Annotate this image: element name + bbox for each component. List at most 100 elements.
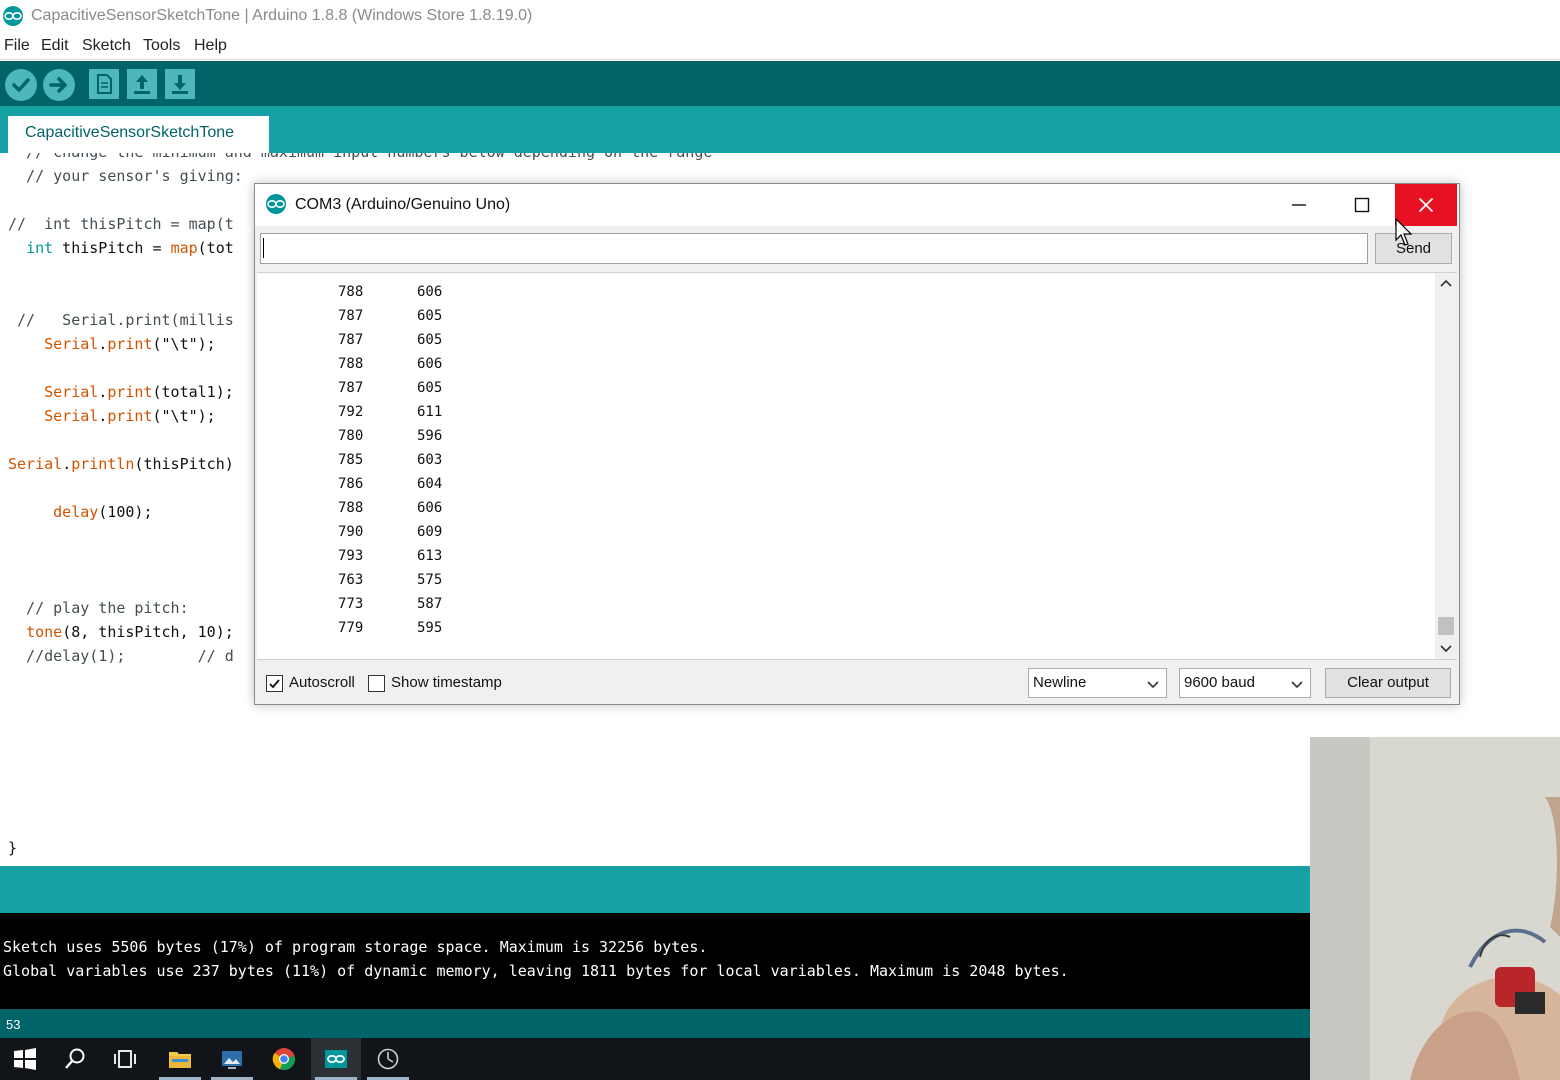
menu-tools[interactable]: Tools xyxy=(143,37,180,55)
serial-value-a: 792 xyxy=(338,404,364,420)
clear-output-button[interactable]: Clear output xyxy=(1325,668,1451,698)
menu-edit[interactable]: Edit xyxy=(41,37,69,55)
mouse-cursor-icon xyxy=(1395,218,1413,246)
menu-file[interactable]: File xyxy=(4,37,30,55)
serial-value-b: 575 xyxy=(417,572,443,588)
serial-monitor-window: COM3 (Arduino/Genuino Uno) Send 788 606 … xyxy=(254,183,1460,705)
code-line-5: int thisPitch = map(tot xyxy=(26,239,234,257)
serial-value-b: 609 xyxy=(417,524,443,540)
code-line-16: delay(100); xyxy=(53,503,153,521)
taskbar-search[interactable] xyxy=(50,1038,100,1080)
new-icon xyxy=(97,74,112,94)
serial-value-b: 595 xyxy=(417,620,443,636)
photos-app-icon xyxy=(222,1051,242,1069)
autoscroll-label: Autoscroll xyxy=(289,674,355,691)
serial-output[interactable]: 788 606 787 605 787 605 788 606 787 605 792 611 780 5… xyxy=(257,272,1457,660)
chevron-up-icon xyxy=(1440,279,1452,287)
code-line-21: tone(8, thisPitch, 10); xyxy=(26,623,234,641)
autoscroll-checkbox[interactable] xyxy=(266,675,283,692)
serial-value-a: 790 xyxy=(338,524,364,540)
code-line-9: Serial.print("\t"); xyxy=(44,335,216,353)
menu-help[interactable]: Help xyxy=(194,37,227,55)
new-sketch-button[interactable] xyxy=(89,69,119,99)
serial-value-b: 606 xyxy=(417,356,443,372)
serial-monitor-title: COM3 (Arduino/Genuino Uno) xyxy=(295,196,511,213)
taskbar-arduino[interactable] xyxy=(311,1038,361,1080)
code-line-12: Serial.print("\t"); xyxy=(44,407,216,425)
serial-value-a: 763 xyxy=(338,572,364,588)
serial-output-row: 785 603 xyxy=(257,449,657,473)
serial-input[interactable] xyxy=(260,233,1368,264)
checkmark-icon xyxy=(269,679,280,689)
serial-value-a: 787 xyxy=(338,380,364,396)
serial-output-row: 786 604 xyxy=(257,473,657,497)
line-ending-value: Newline xyxy=(1033,674,1087,691)
code-line-29: } xyxy=(8,839,18,857)
chrome-icon xyxy=(272,1048,295,1071)
close-icon xyxy=(1418,197,1434,213)
maximize-icon xyxy=(1354,197,1370,213)
toolbar xyxy=(0,61,1560,106)
serial-value-a: 787 xyxy=(338,332,364,348)
serial-value-b: 596 xyxy=(417,428,443,444)
serial-value-a: 787 xyxy=(338,308,364,324)
code-line-8: // Serial.print(millis xyxy=(8,311,234,329)
serial-value-a: 779 xyxy=(338,620,364,636)
task-view-button[interactable] xyxy=(100,1038,150,1080)
serial-output-row: 790 609 xyxy=(257,521,657,545)
line-ending-select[interactable]: Newline xyxy=(1028,668,1167,698)
console-output: Sketch uses 5506 bytes (17%) of program … xyxy=(0,913,1310,1009)
serial-value-b: 587 xyxy=(417,596,443,612)
save-sketch-button[interactable] xyxy=(165,69,195,99)
serial-value-a: 773 xyxy=(338,596,364,612)
taskbar-file-explorer[interactable] xyxy=(155,1038,205,1080)
serial-value-b: 613 xyxy=(417,548,443,564)
chevron-down-icon xyxy=(1440,645,1452,653)
serial-value-a: 788 xyxy=(338,500,364,516)
scroll-thumb[interactable] xyxy=(1438,617,1454,635)
serial-options-bar: Autoscroll Show timestamp Newline 9600 b… xyxy=(255,662,1459,704)
serial-output-row: 793 613 xyxy=(257,545,657,569)
clock-app-icon xyxy=(377,1048,399,1070)
menu-bar: File Edit Sketch Tools Help xyxy=(0,34,1560,60)
task-view-icon xyxy=(114,1050,136,1068)
serial-value-b: 604 xyxy=(417,476,443,492)
serial-output-row: 773 587 xyxy=(257,593,657,617)
taskbar-chrome[interactable] xyxy=(259,1038,309,1080)
windows-taskbar xyxy=(0,1038,1310,1080)
serial-monitor-title-bar: COM3 (Arduino/Genuino Uno) xyxy=(255,184,1459,226)
minimize-button[interactable] xyxy=(1268,184,1330,226)
chevron-down-icon xyxy=(1291,681,1303,689)
show-timestamp-checkbox[interactable] xyxy=(368,675,385,692)
maximize-button[interactable] xyxy=(1331,184,1393,226)
serial-value-a: 780 xyxy=(338,428,364,444)
upload-button[interactable] xyxy=(43,69,75,101)
scroll-down-button[interactable] xyxy=(1435,637,1457,659)
verify-button[interactable] xyxy=(5,69,37,101)
serial-output-row: 763 575 xyxy=(257,569,657,593)
taskbar-clock-app[interactable] xyxy=(363,1038,413,1080)
file-explorer-icon xyxy=(169,1052,191,1068)
serial-value-a: 785 xyxy=(338,452,364,468)
scroll-up-button[interactable] xyxy=(1435,273,1457,295)
minimize-icon xyxy=(1292,204,1306,206)
serial-output-row: 779 595 xyxy=(257,617,657,641)
start-button[interactable] xyxy=(0,1038,50,1080)
serial-value-b: 605 xyxy=(417,308,443,324)
menu-sketch[interactable]: Sketch xyxy=(82,37,131,55)
code-line-20: // play the pitch: xyxy=(8,599,189,617)
tab-capacitive-sensor-sketch-tone[interactable]: CapacitiveSensorSketchTone xyxy=(8,116,269,153)
serial-value-b: 611 xyxy=(417,404,443,420)
open-sketch-button[interactable] xyxy=(127,69,157,99)
serial-value-a: 788 xyxy=(338,356,364,372)
line-number-bar: 53 xyxy=(0,1009,1310,1038)
baud-rate-select[interactable]: 9600 baud xyxy=(1179,668,1311,698)
text-caret xyxy=(263,238,264,258)
arduino-app-icon xyxy=(325,1050,347,1068)
upload-icon xyxy=(49,77,67,93)
taskbar-photos-app[interactable] xyxy=(207,1038,257,1080)
serial-output-row: 792 611 xyxy=(257,401,657,425)
console-line-2: Global variables use 237 bytes (11%) of … xyxy=(3,962,1069,980)
code-line-14: Serial.println(thisPitch) xyxy=(8,455,234,473)
output-scrollbar[interactable] xyxy=(1435,273,1457,659)
